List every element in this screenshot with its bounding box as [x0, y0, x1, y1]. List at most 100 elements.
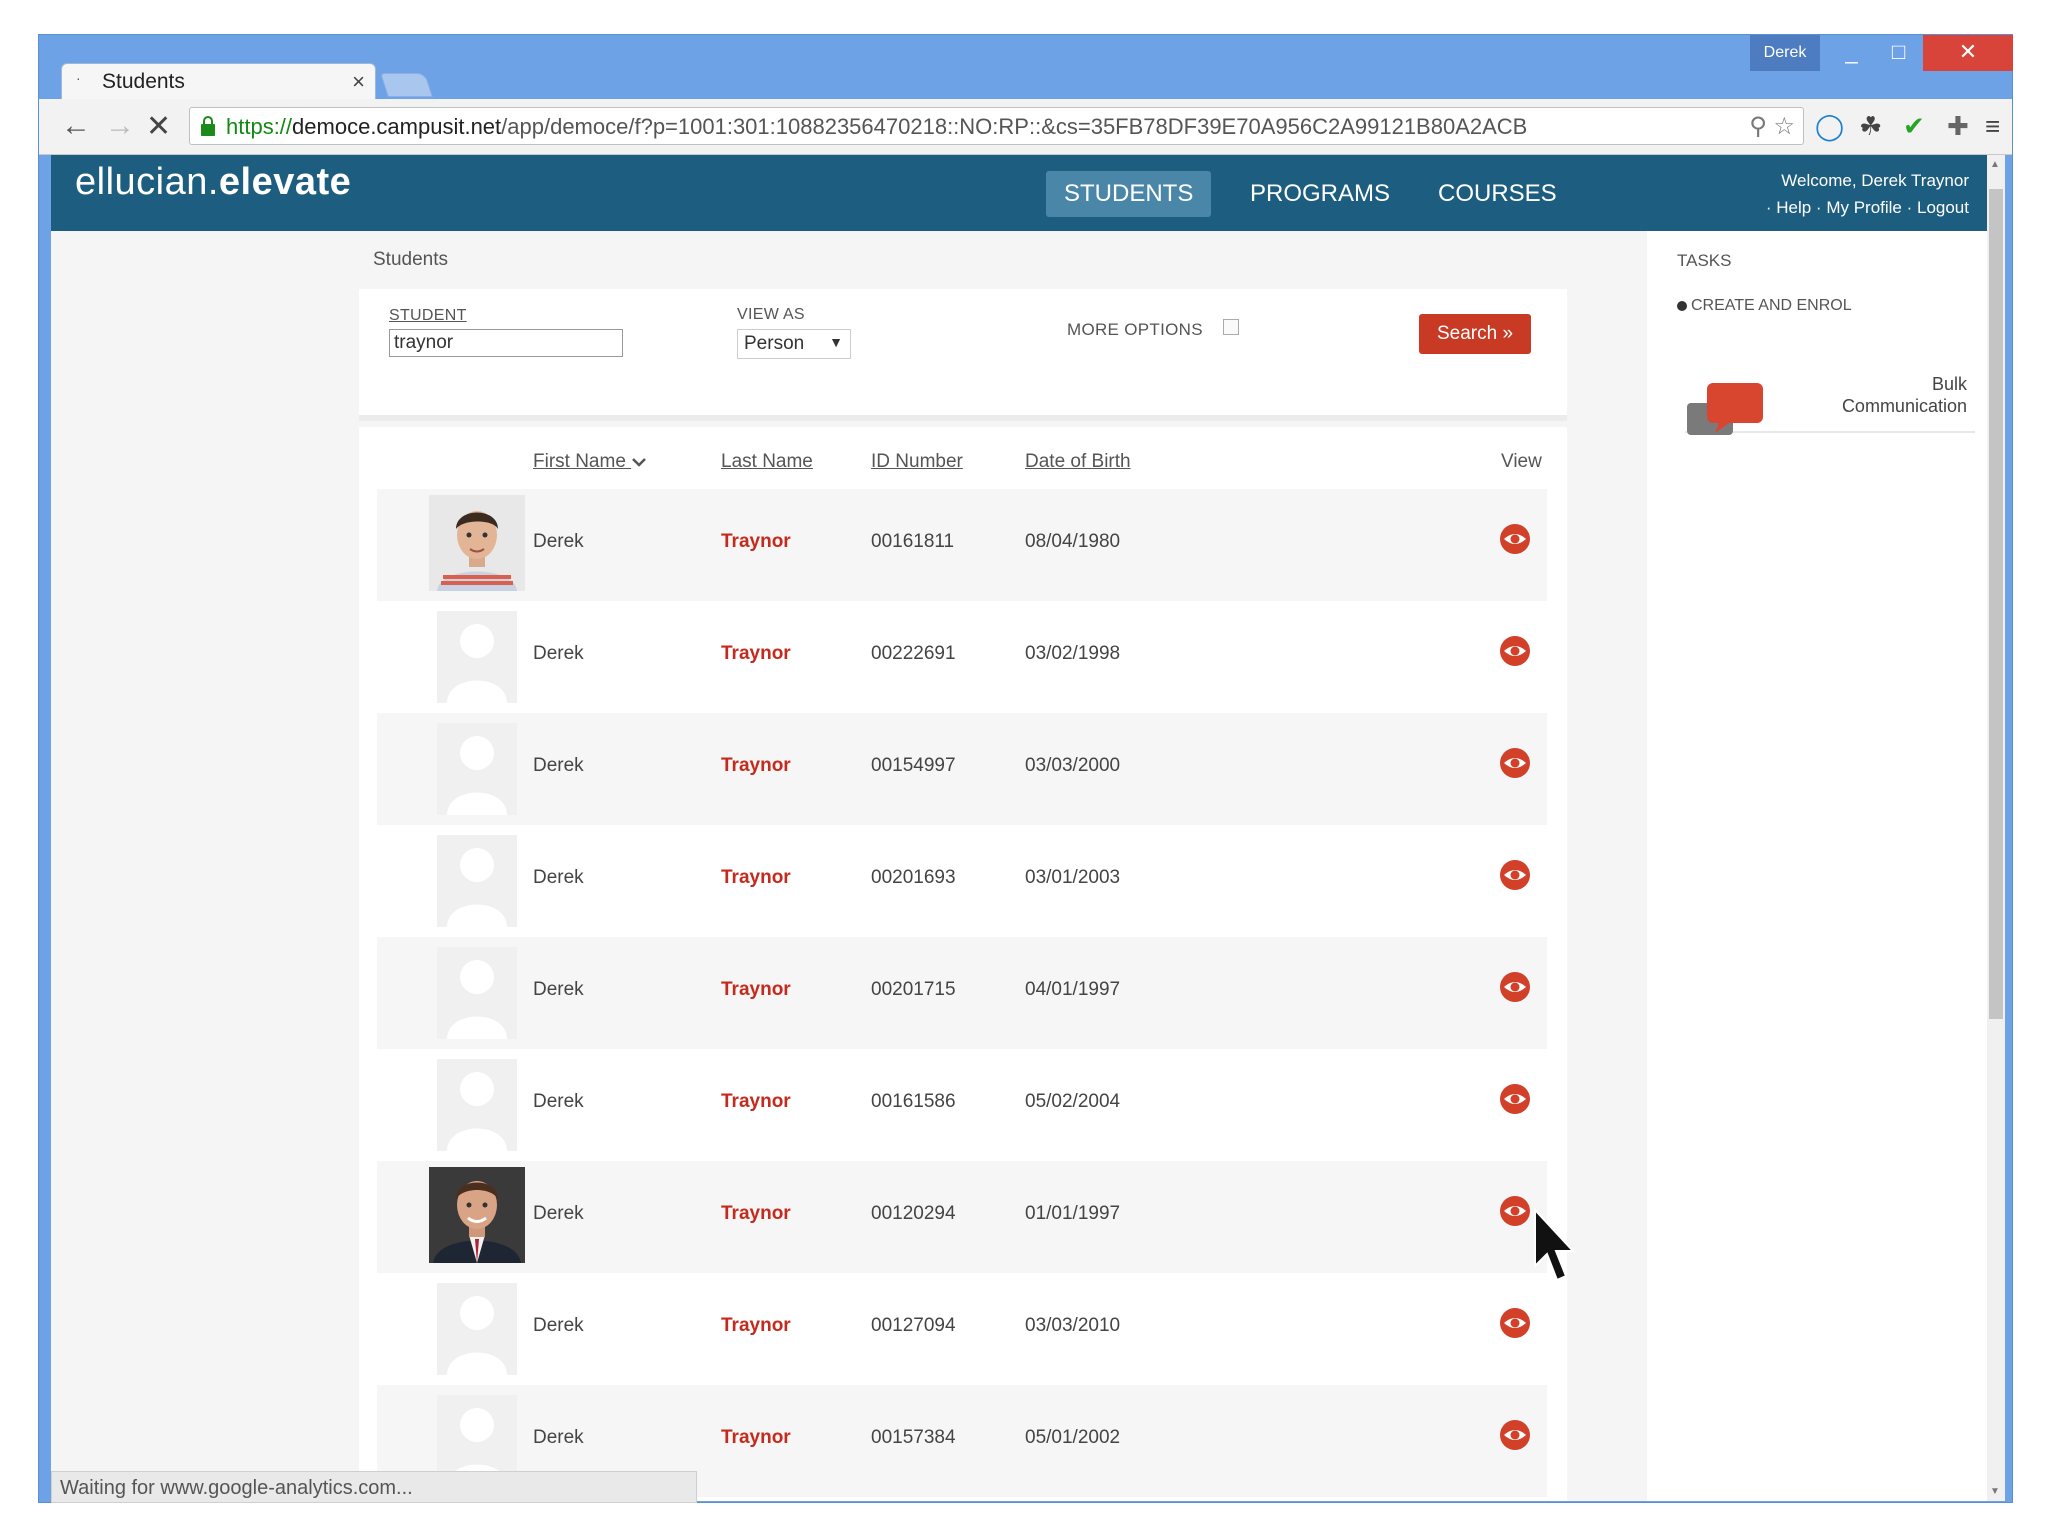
speech-bubbles-icon — [1687, 383, 1763, 435]
browser-tab[interactable]: · Students × — [61, 63, 376, 99]
date-of-birth-cell: 03/03/2000 — [1025, 755, 1121, 776]
view-eye-icon[interactable] — [1499, 523, 1531, 555]
zoom-icon[interactable]: ⚲ — [1749, 113, 1767, 140]
table-row: Derek Traynor 00161811 08/04/1980 — [377, 489, 1547, 601]
extension-evernote-icon[interactable]: ☘ — [1859, 111, 1882, 142]
id-number-cell: 00201693 — [871, 867, 956, 888]
bulk-communication-label: Bulk Communication — [1841, 374, 1967, 416]
avatar-placeholder-icon — [437, 835, 517, 927]
tab-close-icon[interactable]: × — [352, 69, 365, 95]
header-date-of-birth[interactable]: Date of Birth — [1025, 451, 1131, 473]
user-links[interactable]: · Help · My Profile · Logout — [1766, 194, 1969, 221]
menu-icon[interactable]: ≡ — [1985, 111, 2000, 142]
last-name-cell: Traynor — [721, 643, 791, 664]
last-name-cell: Traynor — [721, 867, 791, 888]
scroll-down-icon[interactable]: ▼ — [1990, 1486, 2000, 1497]
date-of-birth-cell: 05/01/2002 — [1025, 1427, 1121, 1448]
date-of-birth-cell: 08/04/1980 — [1025, 531, 1121, 552]
bulk-communication-tile[interactable]: Bulk Communication — [1685, 373, 1975, 435]
bookmark-star-icon[interactable]: ☆ — [1773, 113, 1795, 140]
date-of-birth-cell: 03/02/1998 — [1025, 643, 1121, 664]
view-eye-icon[interactable] — [1499, 747, 1531, 779]
id-number-cell: 00154997 — [871, 755, 956, 776]
avatar-placeholder-icon — [437, 723, 517, 815]
id-number-cell: 00222691 — [871, 643, 956, 664]
left-gutter — [51, 231, 351, 1501]
view-eye-icon[interactable] — [1499, 635, 1531, 667]
sort-chevron-down-icon — [632, 458, 647, 467]
tasks-heading: TASKS — [1677, 251, 1732, 270]
first-name-cell: Derek — [533, 531, 584, 552]
last-name-cell: Traynor — [721, 531, 791, 552]
ellucian-logo[interactable]: ellucian.elevate — [75, 161, 351, 204]
tab-loading-icon: · — [76, 70, 81, 86]
student-search-input[interactable] — [389, 329, 623, 357]
view-eye-icon[interactable] — [1499, 971, 1531, 1003]
avatar-placeholder-icon — [437, 1283, 517, 1375]
close-window-button[interactable]: ✕ — [1923, 35, 2013, 71]
student-photo — [429, 1167, 525, 1263]
id-number-cell: 00127094 — [871, 1315, 956, 1336]
scrollbar-thumb[interactable] — [1989, 189, 2003, 1019]
extension-puzzle-icon[interactable]: ✚ — [1947, 111, 1969, 142]
extension-check-icon[interactable]: ✔ — [1903, 111, 1925, 142]
back-arrow-icon[interactable]: ← — [61, 109, 91, 143]
mouse-cursor-icon — [1534, 1208, 1576, 1282]
extension-circle-icon[interactable]: ◯ — [1815, 111, 1844, 142]
header-last-name[interactable]: Last Name — [721, 451, 813, 473]
nav-courses[interactable]: COURSES — [1420, 171, 1575, 217]
dropdown-caret-icon: ▼ — [829, 334, 843, 350]
breadcrumb[interactable]: Students — [373, 249, 448, 271]
results-table: First Name Last Name ID Number Date of B… — [359, 427, 1567, 1501]
bullet-icon — [1677, 301, 1687, 311]
welcome-area: Welcome, Derek Traynor · Help · My Profi… — [1766, 167, 1969, 221]
view-eye-icon[interactable] — [1499, 1083, 1531, 1115]
first-name-cell: Derek — [533, 979, 584, 1000]
search-button[interactable]: Search » — [1419, 314, 1531, 354]
search-panel: STUDENT VIEW AS Person ▼ MORE OPTIONS Se… — [359, 289, 1567, 421]
last-name-cell: Traynor — [721, 1427, 791, 1448]
student-label: STUDENT — [389, 307, 467, 324]
scroll-up-icon[interactable]: ▲ — [1990, 159, 2000, 170]
maximize-button[interactable]: □ — [1876, 35, 1921, 71]
app-header: ellucian.elevate STUDENTS PROGRAMS COURS… — [51, 155, 1987, 231]
last-name-cell: Traynor — [721, 1203, 791, 1224]
view-eye-icon[interactable] — [1499, 1195, 1531, 1227]
last-name-cell: Traynor — [721, 1315, 791, 1336]
table-row: Derek Traynor 00120294 01/01/1997 — [377, 1161, 1547, 1273]
nav-students[interactable]: STUDENTS — [1046, 171, 1212, 217]
first-name-cell: Derek — [533, 1091, 584, 1112]
first-name-cell: Derek — [533, 867, 584, 888]
table-header: First Name Last Name ID Number Date of B… — [377, 427, 1547, 489]
browser-toolbar: ← → ✕ https://democe.campusit.net/app/de… — [39, 99, 2012, 155]
header-first-name[interactable]: First Name — [533, 451, 647, 473]
task-create-and-enrol[interactable]: CREATE AND ENROL — [1691, 297, 1852, 315]
view-eye-icon[interactable] — [1499, 859, 1531, 891]
table-row: Derek Traynor 00201693 03/01/2003 — [377, 825, 1547, 937]
first-name-cell: Derek — [533, 643, 584, 664]
first-name-cell: Derek — [533, 1203, 584, 1224]
address-bar[interactable]: https://democe.campusit.net/app/democe/f… — [189, 107, 1804, 145]
view-eye-icon[interactable] — [1499, 1419, 1531, 1451]
stop-loading-icon[interactable]: ✕ — [146, 109, 171, 144]
view-as-select[interactable]: Person ▼ — [737, 329, 851, 359]
view-as-label: VIEW AS — [737, 306, 805, 323]
view-eye-icon[interactable] — [1499, 1307, 1531, 1339]
tasks-sidebar: TASKS CREATE AND ENROL Bulk Communicatio… — [1647, 231, 1987, 1501]
id-number-cell: 00161811 — [871, 531, 955, 552]
minimize-button[interactable]: _ — [1829, 35, 1874, 71]
new-tab-button[interactable] — [380, 73, 433, 97]
title-bar: · Students × Derek _ □ ✕ — [39, 35, 2013, 99]
forward-arrow-icon[interactable]: → — [105, 109, 135, 143]
id-number-cell: 00201715 — [871, 979, 956, 1000]
more-options-checkbox[interactable] — [1223, 319, 1239, 335]
nav-programs[interactable]: PROGRAMS — [1232, 171, 1408, 217]
profile-badge[interactable]: Derek — [1750, 35, 1820, 71]
id-number-cell: 00120294 — [871, 1203, 956, 1224]
header-id-number[interactable]: ID Number — [871, 451, 963, 473]
table-row: Derek Traynor 00154997 03/03/2000 — [377, 713, 1547, 825]
page-scrollbar[interactable]: ▲ ▼ — [1987, 155, 2005, 1501]
omnibox-icons: ⚲ ☆ — [1749, 112, 1795, 141]
avatar-placeholder-icon — [437, 947, 517, 1039]
table-row: Derek Traynor 00222691 03/02/1998 — [377, 601, 1547, 713]
